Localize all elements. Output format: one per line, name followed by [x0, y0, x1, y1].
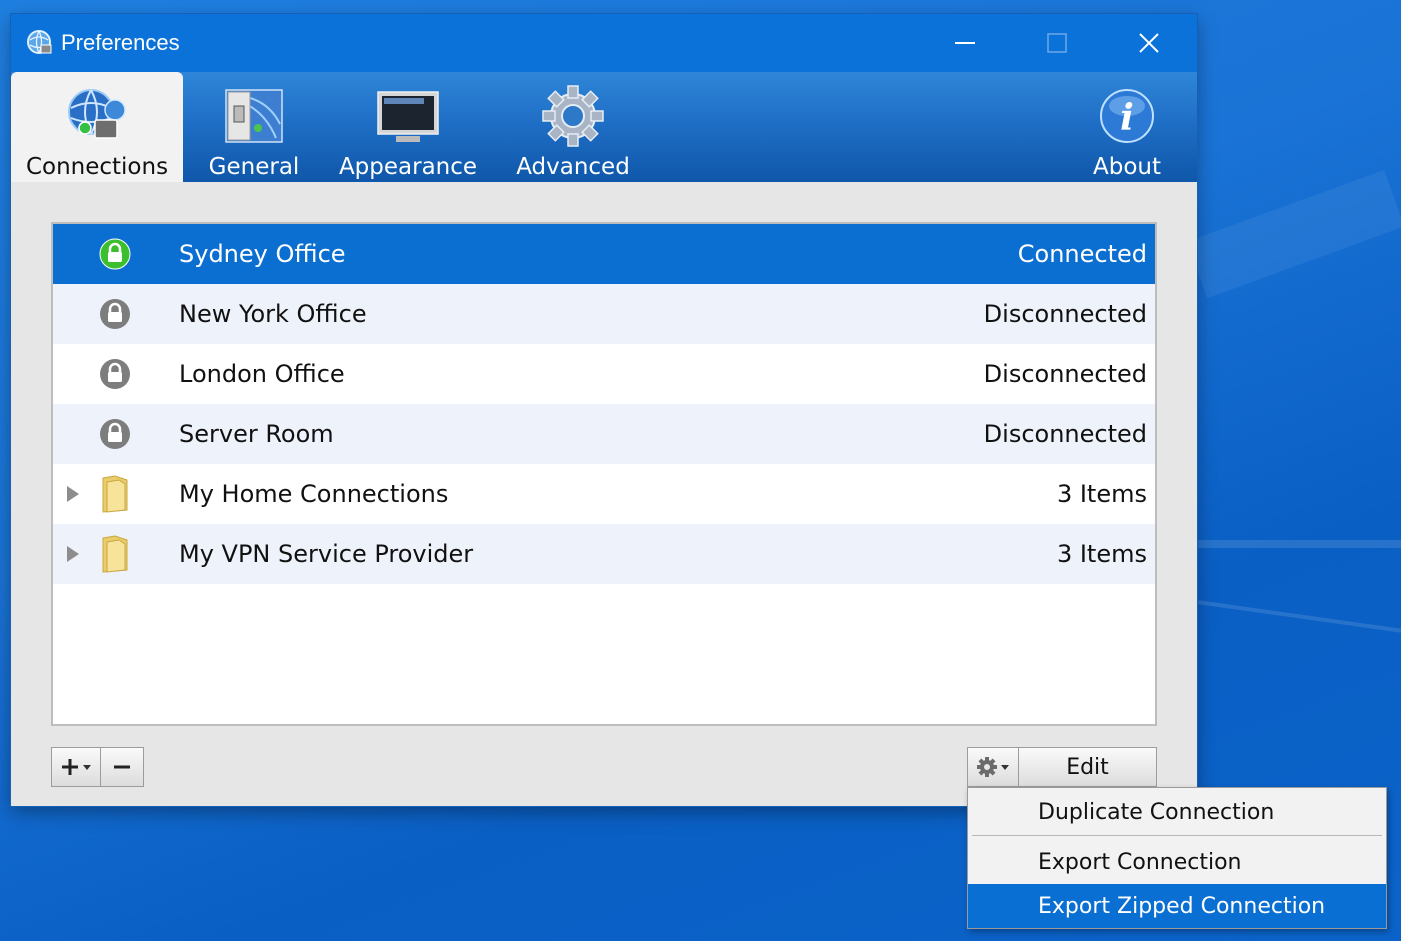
connection-list[interactable]: Sydney Office Connected New York Office … [51, 222, 1157, 726]
connection-status: 3 Items [1056, 480, 1147, 508]
connection-name: Server Room [179, 420, 334, 448]
minimize-icon [955, 42, 975, 44]
chevron-down-icon [82, 765, 91, 770]
tab-label: Connections [25, 154, 169, 180]
edit-button-group: Edit [967, 747, 1157, 787]
connection-name: London Office [179, 360, 345, 388]
plus-icon [61, 759, 78, 775]
list-item[interactable]: New York Office Disconnected [53, 284, 1155, 344]
add-connection-button[interactable] [51, 747, 101, 787]
preferences-window: Preferences Connections General Appearan… [11, 14, 1197, 806]
tab-label: About [1092, 154, 1161, 180]
connection-name: New York Office [179, 300, 367, 328]
tab-label: General [208, 154, 300, 180]
expand-arrow-icon[interactable] [65, 545, 81, 563]
advanced-gear-icon [542, 85, 604, 147]
desktop-light-streak [1186, 169, 1401, 299]
appearance-monitor-icon [377, 91, 439, 142]
svg-text:i: i [1120, 97, 1134, 139]
about-info-icon: i [1100, 89, 1154, 143]
minus-icon [114, 765, 130, 769]
connection-status: Disconnected [983, 300, 1147, 328]
remove-connection-button[interactable] [101, 747, 144, 787]
connection-name: My VPN Service Provider [179, 540, 474, 568]
lock-gray-icon [100, 359, 130, 389]
chevron-down-icon [1001, 765, 1009, 770]
tab-about[interactable]: i About [1079, 72, 1175, 182]
close-icon [1139, 33, 1159, 53]
list-button-bar [51, 747, 144, 787]
desktop-light-streak [1197, 540, 1401, 548]
app-globe-icon [27, 30, 52, 54]
folder-icon [102, 535, 128, 573]
general-switch-icon [225, 89, 283, 143]
minimize-button[interactable] [919, 14, 1011, 72]
list-item[interactable]: Server Room Disconnected [53, 404, 1155, 464]
lock-gray-icon [100, 299, 130, 329]
menu-item-duplicate-connection[interactable]: Duplicate Connection [968, 790, 1386, 834]
tab-advanced[interactable]: Advanced [511, 72, 635, 182]
maximize-icon [1047, 33, 1067, 53]
lock-green-icon [99, 238, 131, 270]
desktop-light-streak [1196, 600, 1401, 634]
connections-globe-icon [68, 89, 126, 139]
list-item[interactable]: Sydney Office Connected [53, 224, 1155, 284]
connection-name: Sydney Office [179, 240, 346, 268]
preferences-toolbar: Connections General Appearance Advanced … [11, 72, 1197, 182]
expand-arrow-icon[interactable] [65, 485, 81, 503]
list-item[interactable]: London Office Disconnected [53, 344, 1155, 404]
connection-status: Disconnected [983, 360, 1147, 388]
list-item[interactable]: My Home Connections 3 Items [53, 464, 1155, 524]
menu-item-export-zipped-connection[interactable]: Export Zipped Connection [968, 884, 1386, 928]
connection-status: Connected [1017, 240, 1147, 268]
folder-icon [102, 475, 128, 513]
close-button[interactable] [1103, 14, 1195, 72]
actions-gear-button[interactable] [967, 747, 1019, 787]
maximize-button[interactable] [1011, 14, 1103, 72]
connection-name: My Home Connections [179, 480, 449, 508]
tab-label: Appearance [338, 154, 478, 180]
actions-context-menu: Duplicate Connection Export Connection E… [967, 787, 1387, 929]
connection-status: Disconnected [983, 420, 1147, 448]
tab-label: Advanced [516, 154, 630, 180]
menu-separator [972, 835, 1382, 836]
tab-general[interactable]: General [201, 72, 307, 182]
tab-connections[interactable]: Connections [11, 72, 183, 182]
connection-status: 3 Items [1056, 540, 1147, 568]
lock-gray-icon [100, 419, 130, 449]
edit-button[interactable]: Edit [1019, 747, 1157, 787]
gear-icon [977, 757, 997, 777]
list-item[interactable]: My VPN Service Provider 3 Items [53, 524, 1155, 584]
title-bar: Preferences [11, 14, 1197, 72]
menu-item-export-connection[interactable]: Export Connection [968, 840, 1386, 884]
tab-appearance[interactable]: Appearance [333, 72, 483, 182]
window-title: Preferences [61, 30, 180, 55]
